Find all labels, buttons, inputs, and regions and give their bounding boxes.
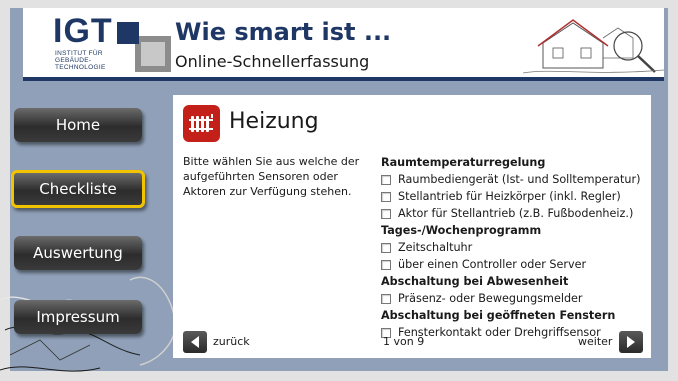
group-heading: Abschaltung bei Abwesenheit: [381, 275, 569, 288]
group-heading: Raumtemperaturregelung: [381, 156, 546, 169]
checkbox[interactable]: [381, 174, 391, 185]
checkbox[interactable]: [381, 293, 391, 304]
frame-top: [0, 0, 678, 8]
logo-subtext-line: GEBÄUDE-: [55, 57, 92, 64]
page-subtitle: Online-Schnellerfassung: [175, 52, 370, 71]
option-label: Raumbediengerät (Ist- und Solltemperatur…: [398, 173, 641, 186]
house-sketch-illustration: [523, 19, 664, 74]
option-row[interactable]: Präsenz- oder Bewegungsmelder: [381, 290, 646, 307]
header-divider: [23, 77, 664, 81]
content-panel: Heizung Bitte wählen Sie aus welche der …: [173, 95, 651, 358]
logo-subtext-line: TECHNOLOGIE: [55, 64, 106, 71]
option-row[interactable]: Zeitschaltuhr: [381, 239, 646, 256]
back-link[interactable]: zurück: [213, 335, 250, 348]
nav-impressum-button[interactable]: Impressum: [14, 300, 142, 334]
nav-auswertung-button[interactable]: Auswertung: [14, 236, 142, 270]
page-title: Wie smart ist ...: [175, 18, 392, 46]
checkbox[interactable]: [381, 242, 391, 253]
logo-square-navy: [117, 22, 139, 44]
arrow-right-icon: [627, 336, 635, 348]
back-arrow-button[interactable]: [183, 331, 207, 353]
group-heading: Abschaltung bei geöffneten Fenstern: [381, 309, 616, 322]
option-label: Zeitschaltuhr: [398, 241, 473, 254]
option-row[interactable]: über einen Controller oder Server: [381, 256, 646, 273]
checkbox[interactable]: [381, 208, 391, 219]
section-title: Heizung: [229, 109, 319, 134]
option-label: über einen Controller oder Server: [398, 258, 587, 271]
option-label: Aktor für Stellantrieb (z.B. Fußbodenhei…: [398, 207, 634, 220]
intro-text: Bitte wählen Sie aus welche der aufgefüh…: [183, 155, 360, 198]
next-link[interactable]: weiter: [578, 335, 612, 348]
nav-home-button[interactable]: Home: [14, 108, 142, 142]
frame-right: [668, 0, 678, 381]
nav-checkliste-button[interactable]: Checkliste: [11, 170, 145, 208]
header: IGT INSTITUT FÜR GEBÄUDE- TECHNOLOGIE Wi…: [23, 8, 664, 79]
option-label: Stellantrieb für Heizkörper (inkl. Regle…: [398, 190, 621, 203]
logo-text: IGT: [53, 12, 113, 50]
radiator-icon: [183, 105, 220, 142]
checkbox[interactable]: [381, 191, 391, 202]
option-row[interactable]: Aktor für Stellantrieb (z.B. Fußbodenhei…: [381, 205, 646, 222]
checkbox[interactable]: [381, 259, 391, 270]
option-label: Präsenz- oder Bewegungsmelder: [398, 292, 583, 305]
group-heading: Tages-/Wochenprogramm: [381, 224, 542, 237]
logo-subtext: INSTITUT FÜR GEBÄUDE- TECHNOLOGIE: [55, 50, 115, 71]
option-label: Fensterkontakt oder Drehgriffsensor: [398, 326, 601, 339]
option-row[interactable]: Raumbediengerät (Ist- und Solltemperatur…: [381, 171, 646, 188]
options-list: Raumtemperaturregelung Raumbediengerät (…: [381, 154, 646, 341]
arrow-left-icon: [191, 336, 199, 348]
next-arrow-button[interactable]: [619, 331, 643, 353]
option-row[interactable]: Stellantrieb für Heizkörper (inkl. Regle…: [381, 188, 646, 205]
logo-subtext-line: INSTITUT FÜR: [55, 50, 103, 57]
igt-logo[interactable]: IGT INSTITUT FÜR GEBÄUDE- TECHNOLOGIE: [45, 12, 175, 78]
logo-square-light: [141, 42, 165, 66]
page-indicator: 1 von 9: [383, 335, 425, 348]
